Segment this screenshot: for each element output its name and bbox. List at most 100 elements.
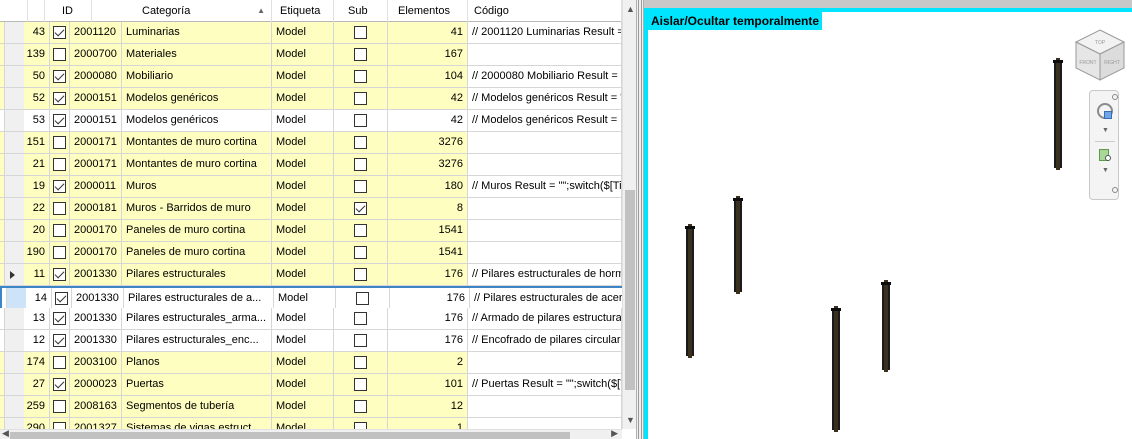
table-row[interactable]: 139 2000700 Materiales Model 167 xyxy=(0,44,622,66)
visibility-checkbox[interactable] xyxy=(53,202,66,215)
visibility-checkbox[interactable] xyxy=(53,356,66,369)
table-row[interactable]: 21 2000171 Montantes de muro cortina Model 3… xyxy=(0,154,622,176)
code-cell[interactable] xyxy=(468,220,622,241)
sub-checkbox[interactable] xyxy=(354,334,367,347)
table-row[interactable]: 19 2000011 Muros Model 180// Muros Result = … xyxy=(0,176,622,198)
table-row[interactable]: 174 2003100 Planos Model 2 xyxy=(0,352,622,374)
visibility-checkbox[interactable] xyxy=(53,70,66,83)
code-cell[interactable] xyxy=(468,198,622,219)
visibility-checkbox[interactable] xyxy=(53,312,66,325)
visibility-checkbox[interactable] xyxy=(53,246,66,259)
sub-checkbox[interactable] xyxy=(354,312,367,325)
visibility-checkbox[interactable] xyxy=(53,400,66,413)
sub-checkbox[interactable] xyxy=(354,92,367,105)
steel-column[interactable] xyxy=(733,196,743,294)
splitter-grip[interactable] xyxy=(638,0,642,439)
sub-checkbox[interactable] xyxy=(354,202,367,215)
visibility-checkbox[interactable] xyxy=(53,48,66,61)
table-row[interactable]: 259 2008163 Segmentos de tubería Model 12 xyxy=(0,396,622,418)
code-cell[interactable]: // Puertas Result = "";switch($[T xyxy=(468,374,622,395)
chevron-down-icon[interactable]: ▼ xyxy=(1102,127,1109,134)
steel-column[interactable] xyxy=(685,224,695,358)
table-row[interactable]: 13 2001330 Pilares estructurales_arma... Mo… xyxy=(0,308,622,330)
viewcube-icon[interactable]: TOP FRONT RIGHT xyxy=(1070,26,1130,86)
visibility-checkbox[interactable] xyxy=(53,422,66,429)
table-row[interactable]: 151 2000171 Montantes de muro cortina Model… xyxy=(0,132,622,154)
table-row[interactable]: 27 2000023 Puertas Model 101// Puertas Resul… xyxy=(0,374,622,396)
table-row[interactable]: 22 2000181 Muros - Barridos de muro Model 8 xyxy=(0,198,622,220)
steel-column[interactable] xyxy=(1053,58,1063,170)
sub-checkbox[interactable] xyxy=(354,158,367,171)
table-row[interactable]: 190 2000170 Paneles de muro cortina Model 15… xyxy=(0,242,622,264)
sub-checkbox[interactable] xyxy=(354,246,367,259)
visibility-checkbox[interactable] xyxy=(53,334,66,347)
sub-checkbox[interactable] xyxy=(354,400,367,413)
sub-checkbox[interactable] xyxy=(354,422,367,429)
table-row[interactable]: 11 2001330 Pilares estructurales Model 176//… xyxy=(0,264,622,286)
visibility-checkbox[interactable] xyxy=(53,224,66,237)
sub-checkbox[interactable] xyxy=(354,136,367,149)
scroll-left-icon[interactable]: ◀ xyxy=(2,428,9,439)
code-cell[interactable]: // Pilares estructurales de acero xyxy=(470,288,622,309)
sub-checkbox[interactable] xyxy=(354,26,367,39)
visibility-checkbox[interactable] xyxy=(53,114,66,127)
code-cell[interactable]: // Modelos genéricos Result = "" xyxy=(468,88,622,109)
table-row[interactable]: 14 2001330 Pilares estructurales de a... Mo… xyxy=(0,286,622,309)
code-cell[interactable] xyxy=(468,352,622,373)
visibility-checkbox[interactable] xyxy=(53,26,66,39)
navbar-close-icon[interactable] xyxy=(1112,94,1118,100)
sub-checkbox[interactable] xyxy=(354,70,367,83)
code-cell[interactable] xyxy=(468,44,622,65)
code-cell[interactable]: // Encofrado de pilares circulares xyxy=(468,330,622,351)
sub-checkbox[interactable] xyxy=(354,356,367,369)
visibility-checkbox[interactable] xyxy=(53,158,66,171)
header-sub[interactable]: Sub xyxy=(334,0,388,22)
visibility-checkbox[interactable] xyxy=(53,136,66,149)
navbar-options-icon[interactable] xyxy=(1112,187,1118,193)
vertical-scroll-thumb[interactable] xyxy=(625,190,635,390)
code-cell[interactable] xyxy=(468,154,622,175)
scroll-right-icon[interactable]: ▶ xyxy=(611,428,618,439)
visibility-checkbox[interactable] xyxy=(53,92,66,105)
code-cell[interactable] xyxy=(468,418,622,429)
code-cell[interactable] xyxy=(468,242,622,263)
zoom-chevron-down-icon[interactable]: ▼ xyxy=(1102,167,1109,174)
code-cell[interactable] xyxy=(468,132,622,153)
header-etiqueta[interactable]: Etiqueta xyxy=(272,0,334,22)
table-row[interactable]: 43 2001120 Luminarias Model 41// 2001120 Lum… xyxy=(0,22,622,44)
header-elementos[interactable]: Elementos xyxy=(388,0,468,22)
code-cell[interactable]: // 2001120 Luminarias Result = ' xyxy=(468,22,622,43)
visibility-checkbox[interactable] xyxy=(55,292,68,305)
sub-checkbox[interactable] xyxy=(354,268,367,281)
code-cell[interactable]: // Modelos genéricos Result = nu xyxy=(468,110,622,131)
horizontal-scroll-thumb[interactable] xyxy=(10,432,570,439)
table-row[interactable]: 12 2001330 Pilares estructurales_enc... Mod… xyxy=(0,330,622,352)
steel-column[interactable] xyxy=(881,280,891,372)
3d-view[interactable]: Aislar/Ocultar temporalmente TOP FRONT R… xyxy=(644,8,1132,439)
scroll-down-icon[interactable]: ▼ xyxy=(626,415,635,425)
header-categoria[interactable]: Categoría ▲ xyxy=(92,0,272,22)
table-row[interactable]: 290 2001327 Sistemas de vigas estruct... Mo… xyxy=(0,418,622,429)
sub-checkbox[interactable] xyxy=(356,292,369,305)
steel-column[interactable] xyxy=(831,306,841,432)
table-row[interactable]: 20 2000170 Paneles de muro cortina Model 154… xyxy=(0,220,622,242)
header-codigo[interactable]: Código xyxy=(468,0,622,22)
sub-checkbox[interactable] xyxy=(354,114,367,127)
visibility-checkbox[interactable] xyxy=(53,378,66,391)
sub-checkbox[interactable] xyxy=(354,378,367,391)
visibility-checkbox[interactable] xyxy=(53,180,66,193)
table-row[interactable]: 52 2000151 Modelos genéricos Model 42// Mode… xyxy=(0,88,622,110)
vertical-scrollbar[interactable]: ▲ ▼ xyxy=(622,0,636,429)
horizontal-scrollbar[interactable]: ◀ ▶ xyxy=(0,428,622,439)
panel-splitter[interactable] xyxy=(636,0,644,439)
code-cell[interactable]: // 2000080 Mobiliario Result = "" xyxy=(468,66,622,87)
table-row[interactable]: 53 2000151 Modelos genéricos Model 42// Mode… xyxy=(0,110,622,132)
sub-checkbox[interactable] xyxy=(354,224,367,237)
code-cell[interactable] xyxy=(468,396,622,417)
visibility-checkbox[interactable] xyxy=(53,268,66,281)
header-id[interactable]: ID xyxy=(45,0,92,22)
scroll-up-icon[interactable]: ▲ xyxy=(626,4,635,14)
table-row[interactable]: 50 2000080 Mobiliario Model 104// 2000080 Mo… xyxy=(0,66,622,88)
code-cell[interactable]: // Muros Result = "";switch($[Tip xyxy=(468,176,622,197)
code-cell[interactable]: // Armado de pilares estructurale xyxy=(468,308,622,329)
